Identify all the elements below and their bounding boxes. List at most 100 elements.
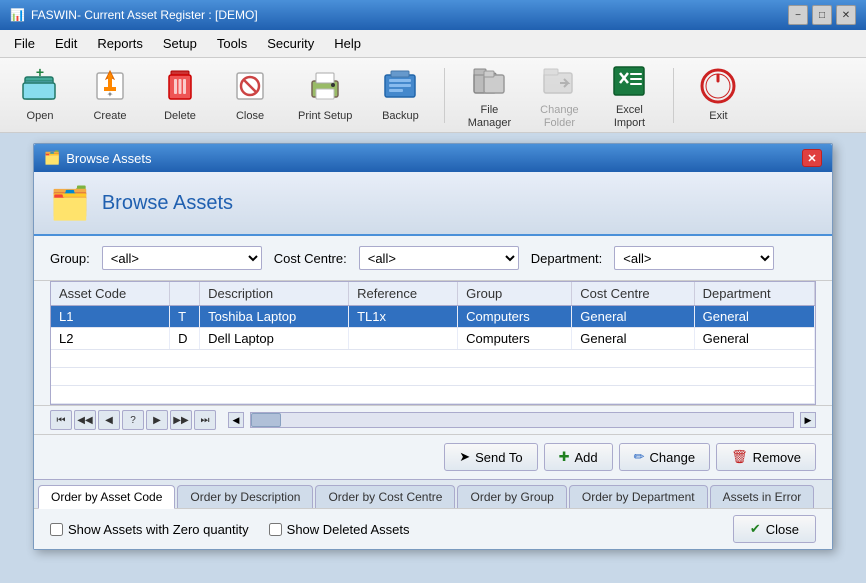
cost-centre-label: Cost Centre: bbox=[274, 251, 347, 266]
tab-order-group[interactable]: Order by Group bbox=[457, 485, 566, 508]
menu-tools[interactable]: Tools bbox=[207, 32, 257, 55]
delete-button[interactable]: Delete bbox=[150, 62, 210, 127]
table-row-empty-2 bbox=[51, 368, 815, 386]
cell-description: Toshiba Laptop bbox=[200, 306, 349, 328]
change-folder-label: ChangeFolder bbox=[540, 104, 579, 130]
maximize-button[interactable]: □ bbox=[812, 5, 832, 25]
excel-import-label: ExcelImport bbox=[614, 104, 645, 130]
menu-reports[interactable]: Reports bbox=[87, 32, 153, 55]
browse-assets-dialog: 🗂️ Browse Assets ✕ 🗂️ Browse Assets Grou… bbox=[33, 143, 833, 550]
close-checkmark-icon: ✔ bbox=[750, 521, 761, 537]
send-to-button[interactable]: ➤ Send To bbox=[444, 443, 537, 471]
close-dialog-button[interactable]: ✔ Close bbox=[733, 515, 816, 543]
nav-prev-page-button[interactable]: ◀◀ bbox=[74, 410, 96, 430]
table-row[interactable]: L1 T Toshiba Laptop TL1x Computers Gener… bbox=[51, 306, 815, 328]
dialog-close-x-button[interactable]: ✕ bbox=[802, 149, 822, 167]
title-bar: 📊 FASWIN- Current Asset Register : [DEMO… bbox=[0, 0, 866, 30]
tab-order-asset-code[interactable]: Order by Asset Code bbox=[38, 485, 175, 509]
nav-bar: ⏮ ◀◀ ◀ ? ▶ ▶▶ ⏭ ◀ ▶ bbox=[34, 405, 832, 435]
window-close-button[interactable]: ✕ bbox=[836, 5, 856, 25]
change-folder-button[interactable]: ChangeFolder bbox=[529, 56, 589, 134]
action-row: ➤ Send To ✚ Add ✏ Change 🗑 Remove bbox=[34, 435, 832, 479]
menu-edit[interactable]: Edit bbox=[45, 32, 87, 55]
table-row-empty-3 bbox=[51, 386, 815, 404]
nav-first-button[interactable]: ⏮ bbox=[50, 410, 72, 430]
file-manager-icon bbox=[469, 60, 509, 100]
cell-description: Dell Laptop bbox=[200, 328, 349, 350]
horizontal-scrollbar[interactable] bbox=[250, 412, 794, 428]
close-toolbar-icon bbox=[230, 66, 270, 106]
remove-icon: 🗑 bbox=[731, 449, 748, 465]
table-header-row: Asset Code Description Reference Group C… bbox=[51, 282, 815, 306]
title-bar-controls: − □ ✕ bbox=[788, 5, 856, 25]
backup-icon bbox=[380, 66, 420, 106]
scroll-thumb bbox=[251, 413, 281, 427]
show-deleted-assets-checkbox[interactable] bbox=[269, 523, 282, 536]
department-label: Department: bbox=[531, 251, 603, 266]
group-label: Group: bbox=[50, 251, 90, 266]
cell-group: Computers bbox=[458, 306, 572, 328]
dialog-title: Browse Assets bbox=[66, 151, 151, 166]
order-tabs: Order by Asset Code Order by Description… bbox=[34, 479, 832, 508]
change-label: Change bbox=[650, 450, 696, 465]
dialog-header: 🗂️ Browse Assets bbox=[34, 172, 832, 236]
show-zero-quantity-checkbox-label[interactable]: Show Assets with Zero quantity bbox=[50, 522, 249, 537]
close-label: Close bbox=[766, 522, 799, 537]
nav-prev-button[interactable]: ◀ bbox=[98, 410, 120, 430]
cell-department: General bbox=[694, 306, 814, 328]
cell-flag: T bbox=[170, 306, 200, 328]
cell-reference bbox=[349, 328, 458, 350]
tab-order-cost-centre[interactable]: Order by Cost Centre bbox=[315, 485, 455, 508]
svg-text:+: + bbox=[36, 67, 44, 80]
open-label: Open bbox=[27, 110, 54, 123]
add-label: Add bbox=[574, 450, 597, 465]
excel-import-icon bbox=[609, 60, 649, 100]
nav-next-page-button[interactable]: ▶▶ bbox=[170, 410, 192, 430]
group-select[interactable]: <all> bbox=[102, 246, 262, 270]
change-button[interactable]: ✏ Change bbox=[619, 443, 710, 471]
open-button[interactable]: + Open bbox=[10, 62, 70, 127]
tab-order-description[interactable]: Order by Description bbox=[177, 485, 313, 508]
send-to-icon: ➤ bbox=[459, 449, 470, 465]
cell-group: Computers bbox=[458, 328, 572, 350]
menu-setup[interactable]: Setup bbox=[153, 32, 207, 55]
menu-bar: File Edit Reports Setup Tools Security H… bbox=[0, 30, 866, 58]
excel-import-button[interactable]: ExcelImport bbox=[599, 56, 659, 134]
h-scroll-right-button[interactable]: ▶ bbox=[800, 412, 816, 428]
menu-file[interactable]: File bbox=[4, 32, 45, 55]
exit-button[interactable]: Exit bbox=[688, 62, 748, 127]
app-title: FASWIN- Current Asset Register : [DEMO] bbox=[31, 8, 258, 22]
tab-assets-in-error[interactable]: Assets in Error bbox=[710, 485, 815, 508]
remove-button[interactable]: 🗑 Remove bbox=[716, 443, 816, 471]
open-icon: + bbox=[20, 66, 60, 106]
nav-next-button[interactable]: ▶ bbox=[146, 410, 168, 430]
cell-cost-centre: General bbox=[572, 306, 694, 328]
backup-button[interactable]: Backup bbox=[370, 62, 430, 127]
dialog-titlebar: 🗂️ Browse Assets ✕ bbox=[34, 144, 832, 172]
remove-label: Remove bbox=[753, 450, 801, 465]
dialog-header-icon: 🗂️ bbox=[50, 184, 90, 222]
department-select[interactable]: <all> bbox=[614, 246, 774, 270]
add-button[interactable]: ✚ Add bbox=[544, 443, 613, 471]
h-scroll-left-button[interactable]: ◀ bbox=[228, 412, 244, 428]
create-button[interactable]: ✦ Create bbox=[80, 62, 140, 127]
minimize-button[interactable]: − bbox=[788, 5, 808, 25]
close-toolbar-button[interactable]: Close bbox=[220, 62, 280, 127]
nav-last-button[interactable]: ⏭ bbox=[194, 410, 216, 430]
cost-centre-select[interactable]: <all> bbox=[359, 246, 519, 270]
col-department: Department bbox=[694, 282, 814, 306]
menu-security[interactable]: Security bbox=[257, 32, 324, 55]
toolbar-separator-2 bbox=[673, 68, 674, 123]
cell-asset-code: L2 bbox=[51, 328, 170, 350]
table-row[interactable]: L2 D Dell Laptop Computers General Gener… bbox=[51, 328, 815, 350]
toolbar-separator bbox=[444, 68, 445, 123]
tab-order-department[interactable]: Order by Department bbox=[569, 485, 708, 508]
col-flag bbox=[170, 282, 200, 306]
show-zero-quantity-checkbox[interactable] bbox=[50, 523, 63, 536]
delete-icon bbox=[160, 66, 200, 106]
show-deleted-assets-checkbox-label[interactable]: Show Deleted Assets bbox=[269, 522, 410, 537]
file-manager-button[interactable]: FileManager bbox=[459, 56, 519, 134]
print-setup-button[interactable]: Print Setup bbox=[290, 62, 360, 127]
menu-help[interactable]: Help bbox=[324, 32, 371, 55]
nav-help-button[interactable]: ? bbox=[122, 410, 144, 430]
